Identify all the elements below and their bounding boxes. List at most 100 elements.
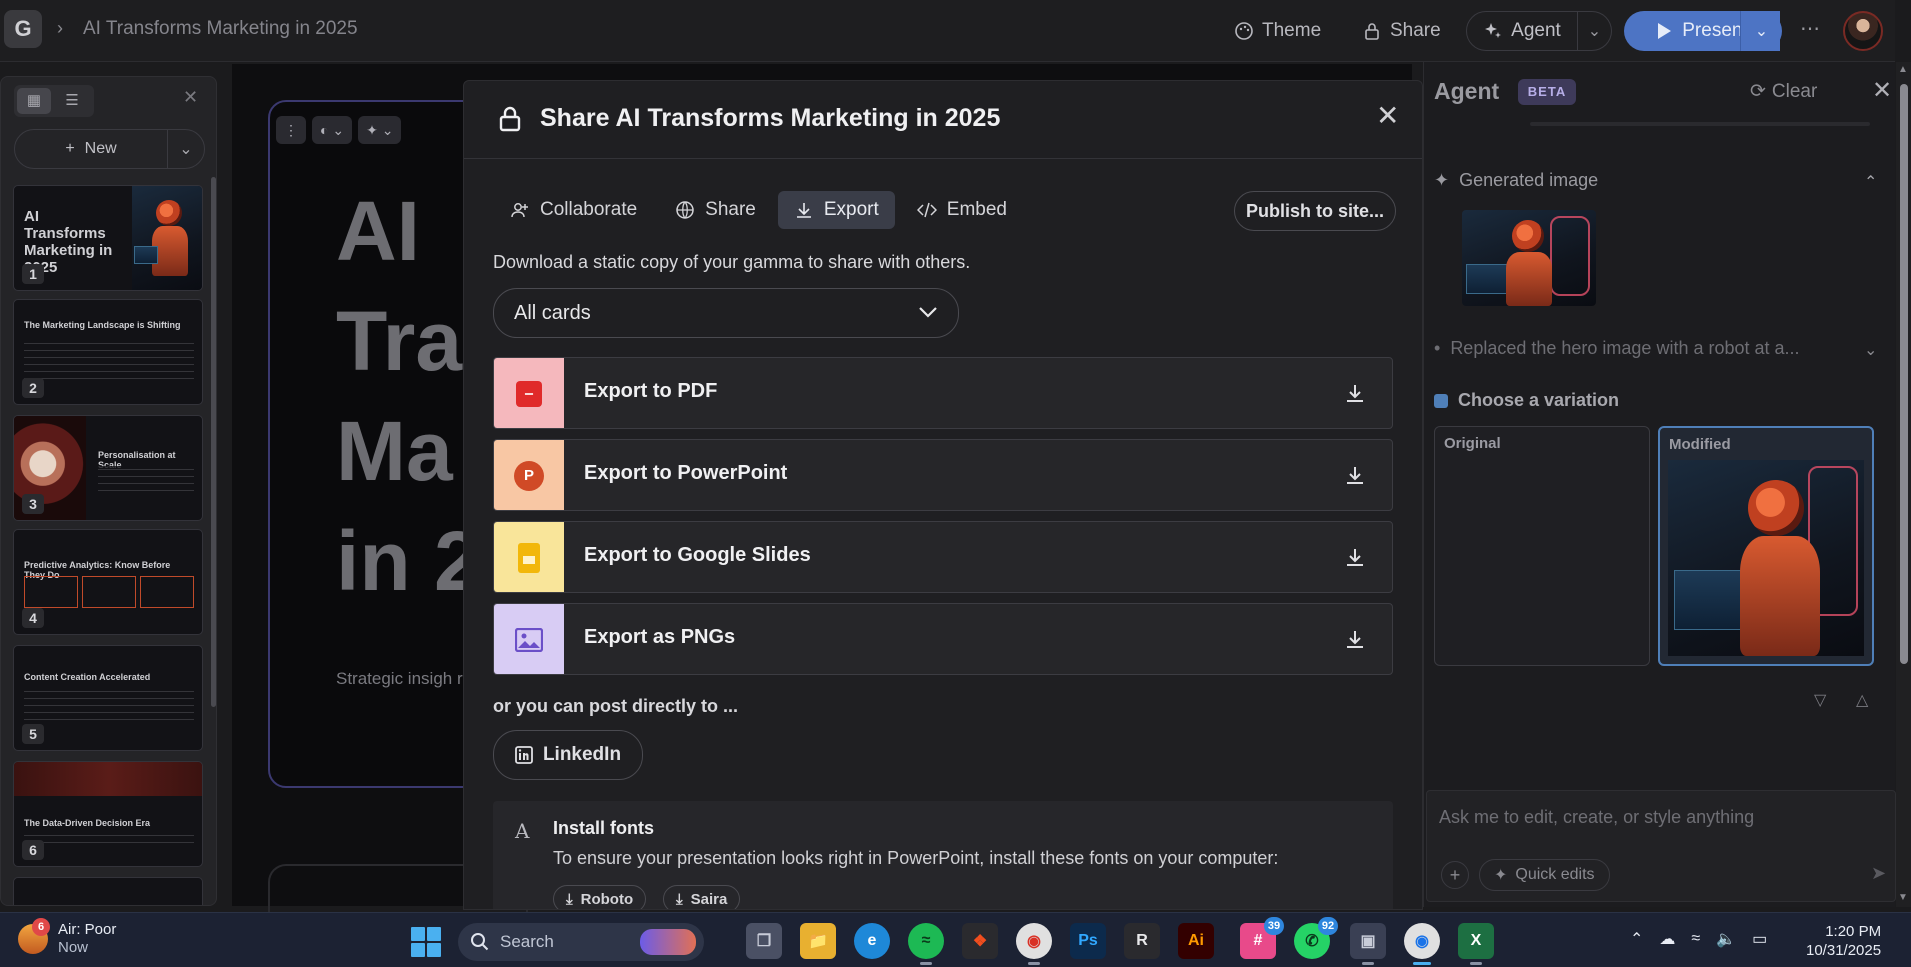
share-label: Share [1390,20,1441,41]
photoshop-icon[interactable]: Ps [1070,923,1106,959]
wifi-icon[interactable]: ≈ [1691,930,1700,948]
r-app-icon[interactable]: R [1124,923,1160,959]
close-icon[interactable]: ✕ [1872,76,1892,105]
sidebar-scrollbar[interactable] [211,177,216,707]
slide-heading-line: AI [336,184,420,278]
windows-start-icon[interactable] [411,927,441,957]
chrome-icon[interactable]: ◉ [1404,923,1440,965]
avatar[interactable] [1843,11,1883,51]
document-title[interactable]: AI Transforms Marketing in 2025 [83,18,358,40]
weather-widget[interactable]: 6 Air: Poor Now [18,918,116,957]
page-scrollbar[interactable]: ▲ ▼ [1896,62,1911,907]
close-sidebar-icon[interactable]: ✕ [183,87,198,108]
figma-icon[interactable]: ❖ [962,923,998,959]
variation-modified[interactable]: Modified [1658,426,1874,666]
file-explorer-icon[interactable]: 📁 [800,923,836,959]
export-pdf-button[interactable]: ⎯ Export to PDF [493,357,1393,429]
taskbar-clock[interactable]: 1:20 PM 10/31/2025 [1806,922,1881,960]
slack-icon[interactable]: #39 [1240,917,1284,959]
agent-input[interactable]: Ask me to edit, create, or style anythin… [1426,790,1896,902]
globe-icon [676,201,694,219]
thumbnail-number: 6 [22,840,44,860]
scrollbar-thumb[interactable] [1900,84,1908,664]
export-pngs-button[interactable]: Export as PNGs [493,603,1393,675]
thumbnail-number: 2 [22,378,44,398]
replaced-image-message[interactable]: • Replaced the hero image with a robot a… [1434,338,1874,359]
more-options-icon[interactable]: ⋯ [1800,16,1821,41]
send-icon[interactable]: ➤ [1871,863,1886,884]
add-attachment-button[interactable]: + [1441,861,1469,889]
code-icon [916,202,937,218]
slide-heading: AI Tra Ma in 2 [336,176,481,616]
slide-thumbnail-6[interactable]: The Data-Driven Decision Era 6 [13,761,203,867]
present-dropdown-button[interactable]: ⌄ [1740,11,1782,51]
quick-edits-label: Quick edits [1515,866,1595,883]
agent-dropdown-button[interactable]: ⌄ [1578,11,1612,51]
publish-to-site-button[interactable]: Publish to site... [1234,191,1396,231]
new-dropdown-button[interactable]: ⌄ [167,129,205,169]
grid-view-icon[interactable]: ▦ [17,88,51,114]
chevron-down-icon[interactable]: ⌄ [1864,340,1877,360]
clock-time: 1:20 PM [1825,923,1882,940]
tab-collaborate[interactable]: Collaborate [494,191,653,229]
cloud-icon[interactable]: ☁ [1659,929,1675,949]
generated-image-thumbnail[interactable] [1462,210,1596,306]
install-fonts-description: To ensure your presentation looks right … [553,848,1279,868]
whatsapp-icon[interactable]: ✆ 92 [1294,917,1338,959]
card-style-icon[interactable]: ◐ ⌄ [312,116,353,144]
font-chip-roboto[interactable]: ⤓ Roboto [553,885,647,909]
excel-icon[interactable]: X [1458,923,1494,965]
cards-select[interactable]: All cards [493,288,959,338]
tab-share[interactable]: Share [659,191,772,229]
slide-thumbnail-7[interactable] [13,877,203,905]
new-card-button[interactable]: + New [14,129,168,169]
slide-thumbnail-3[interactable]: Personalisation at Scale 3 [13,415,203,521]
slide-thumbnail-2[interactable]: The Marketing Landscape is Shifting 2 [13,299,203,405]
thumbnail-box [140,576,194,608]
slide-thumbnail-4[interactable]: Predictive Analytics: Know Before They D… [13,529,203,635]
generated-image-section[interactable]: ✦ Generated image [1434,170,1598,191]
export-label: Export to PowerPoint [584,462,788,484]
slide-thumbnail-5[interactable]: Content Creation Accelerated 5 [13,645,203,751]
monitor-app-icon[interactable]: ▣ [1350,923,1386,965]
weather-icon: 6 [18,918,50,954]
export-powerpoint-button[interactable]: P Export to PowerPoint [493,439,1393,511]
thumbnail-number: 3 [22,494,44,514]
export-google-slides-button[interactable]: Export to Google Slides [493,521,1393,593]
scroll-down-icon[interactable]: ▼ [1898,892,1908,903]
agent-label: Agent [1511,20,1561,41]
card-menu-icon[interactable]: ⋮ [276,116,306,144]
share-button[interactable]: Share [1362,14,1441,48]
slide-thumbnail-1[interactable]: AI Transforms Marketing in 2025 1 [13,185,203,291]
font-chip-saira[interactable]: ⤓ Saira [663,885,741,909]
edge-icon[interactable]: e [854,923,890,959]
thumbs-down-icon[interactable]: ▽ [1814,690,1826,710]
list-view-icon[interactable]: ☰ [55,88,89,114]
volume-icon[interactable]: 🔈 [1716,929,1736,949]
card-ai-icon[interactable]: ✦ ⌄ [358,116,402,144]
agent-button[interactable]: Agent [1466,11,1578,51]
weather-badge: 6 [32,918,50,936]
tab-export[interactable]: Export [777,191,895,229]
spotify-icon[interactable]: ≈ [908,923,944,965]
taskbar-search[interactable]: Search [458,923,704,961]
close-icon[interactable]: ✕ [1376,99,1399,132]
battery-icon[interactable]: ▭ [1752,929,1767,949]
gamma-logo[interactable]: G [4,10,42,48]
quick-edits-button[interactable]: ✦ Quick edits [1479,859,1610,891]
tab-embed[interactable]: Embed [901,191,1023,229]
chevron-up-icon[interactable]: ⌃ [1630,929,1643,949]
font-chip-label: Roboto [580,890,634,908]
thumbs-up-icon[interactable]: △ [1856,690,1868,710]
clear-button[interactable]: ⟳ Clear [1750,80,1817,103]
linkedin-button[interactable]: LinkedIn [493,730,643,780]
variation-original[interactable]: Original [1434,426,1650,666]
theme-button[interactable]: Theme [1234,14,1321,48]
task-view-icon[interactable]: ❐ [746,923,782,959]
illustrator-icon[interactable]: Ai [1178,923,1214,959]
variation-icon [1434,393,1448,408]
scroll-up-icon[interactable]: ▲ [1898,64,1908,75]
export-label: Export to Google Slides [584,544,811,566]
chrome-icon[interactable]: ◉ [1016,923,1052,965]
chevron-up-icon[interactable]: ⌃ [1864,172,1877,192]
